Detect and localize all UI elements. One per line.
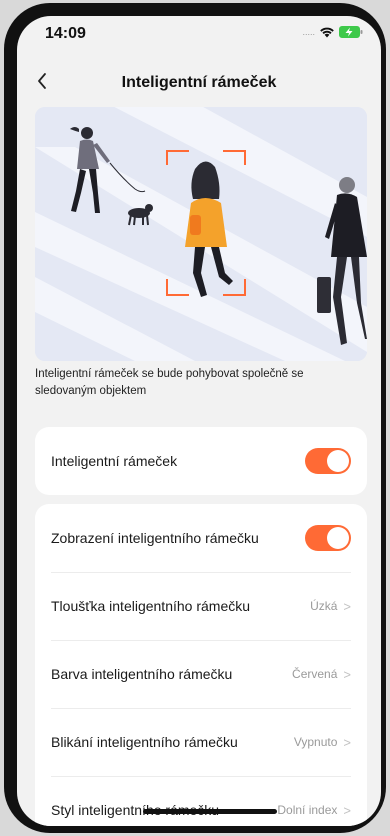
smart-frame-settings-card: Zobrazení inteligentního rámečku Tloušťk…	[35, 504, 367, 826]
chevron-right-icon: >	[343, 666, 351, 682]
frame-blink-value: Vypnuto	[293, 735, 338, 749]
status-time: 14:09	[45, 25, 86, 42]
status-icons: .....	[302, 26, 363, 38]
screen: 14:09 ..... Inteligentní rámeček Intelig…	[17, 16, 381, 826]
frame-thickness-label: Tloušťka inteligentního rámečku	[51, 598, 251, 614]
page-title: Inteligentní rámeček	[121, 74, 277, 91]
frame-thickness-value: Úzká	[310, 599, 338, 613]
toggle-knob	[327, 527, 349, 549]
wifi-icon	[320, 27, 334, 38]
phone-frame: 14:09 ..... Inteligentní rámeček Intelig…	[4, 3, 386, 833]
frame-color-value: Červená	[292, 667, 338, 681]
toggle-knob	[327, 450, 349, 472]
smart-frame-row: Inteligentní rámeček	[35, 427, 367, 495]
frame-thickness-row[interactable]: Tloušťka inteligentního rámečku Úzká >	[35, 572, 367, 640]
smart-frame-illustration	[35, 107, 367, 361]
signal-icon: .....	[302, 27, 315, 37]
status-bar: 14:09 .....	[17, 16, 381, 56]
home-indicator	[143, 809, 277, 814]
frame-blink-label: Blikání inteligentního rámečku	[51, 734, 238, 750]
frame-color-label: Barva inteligentního rámečku	[51, 666, 233, 682]
chevron-right-icon: >	[343, 734, 351, 750]
smart-frame-toggle[interactable]	[305, 448, 351, 474]
frame-display-toggle[interactable]	[305, 525, 351, 551]
frame-style-row[interactable]: Styl inteligentního rámečku Dolní index …	[35, 776, 367, 826]
frame-blink-row[interactable]: Blikání inteligentního rámečku Vypnuto >	[35, 708, 367, 776]
nav-bar: Inteligentní rámeček	[17, 60, 381, 104]
chevron-right-icon: >	[343, 802, 351, 818]
smart-frame-label: Inteligentní rámeček	[51, 453, 178, 469]
chevron-right-icon: >	[343, 598, 351, 614]
frame-display-label: Zobrazení inteligentního rámečku	[51, 530, 259, 546]
feature-description: Inteligentní rámeček se bude pohybovat s…	[35, 368, 304, 397]
battery-charging-icon	[339, 26, 363, 38]
frame-display-row: Zobrazení inteligentního rámečku	[35, 504, 367, 572]
frame-style-value: Dolní index	[277, 803, 338, 817]
frame-color-row[interactable]: Barva inteligentního rámečku Červená >	[35, 640, 367, 708]
smart-frame-card: Inteligentní rámeček	[35, 427, 367, 495]
